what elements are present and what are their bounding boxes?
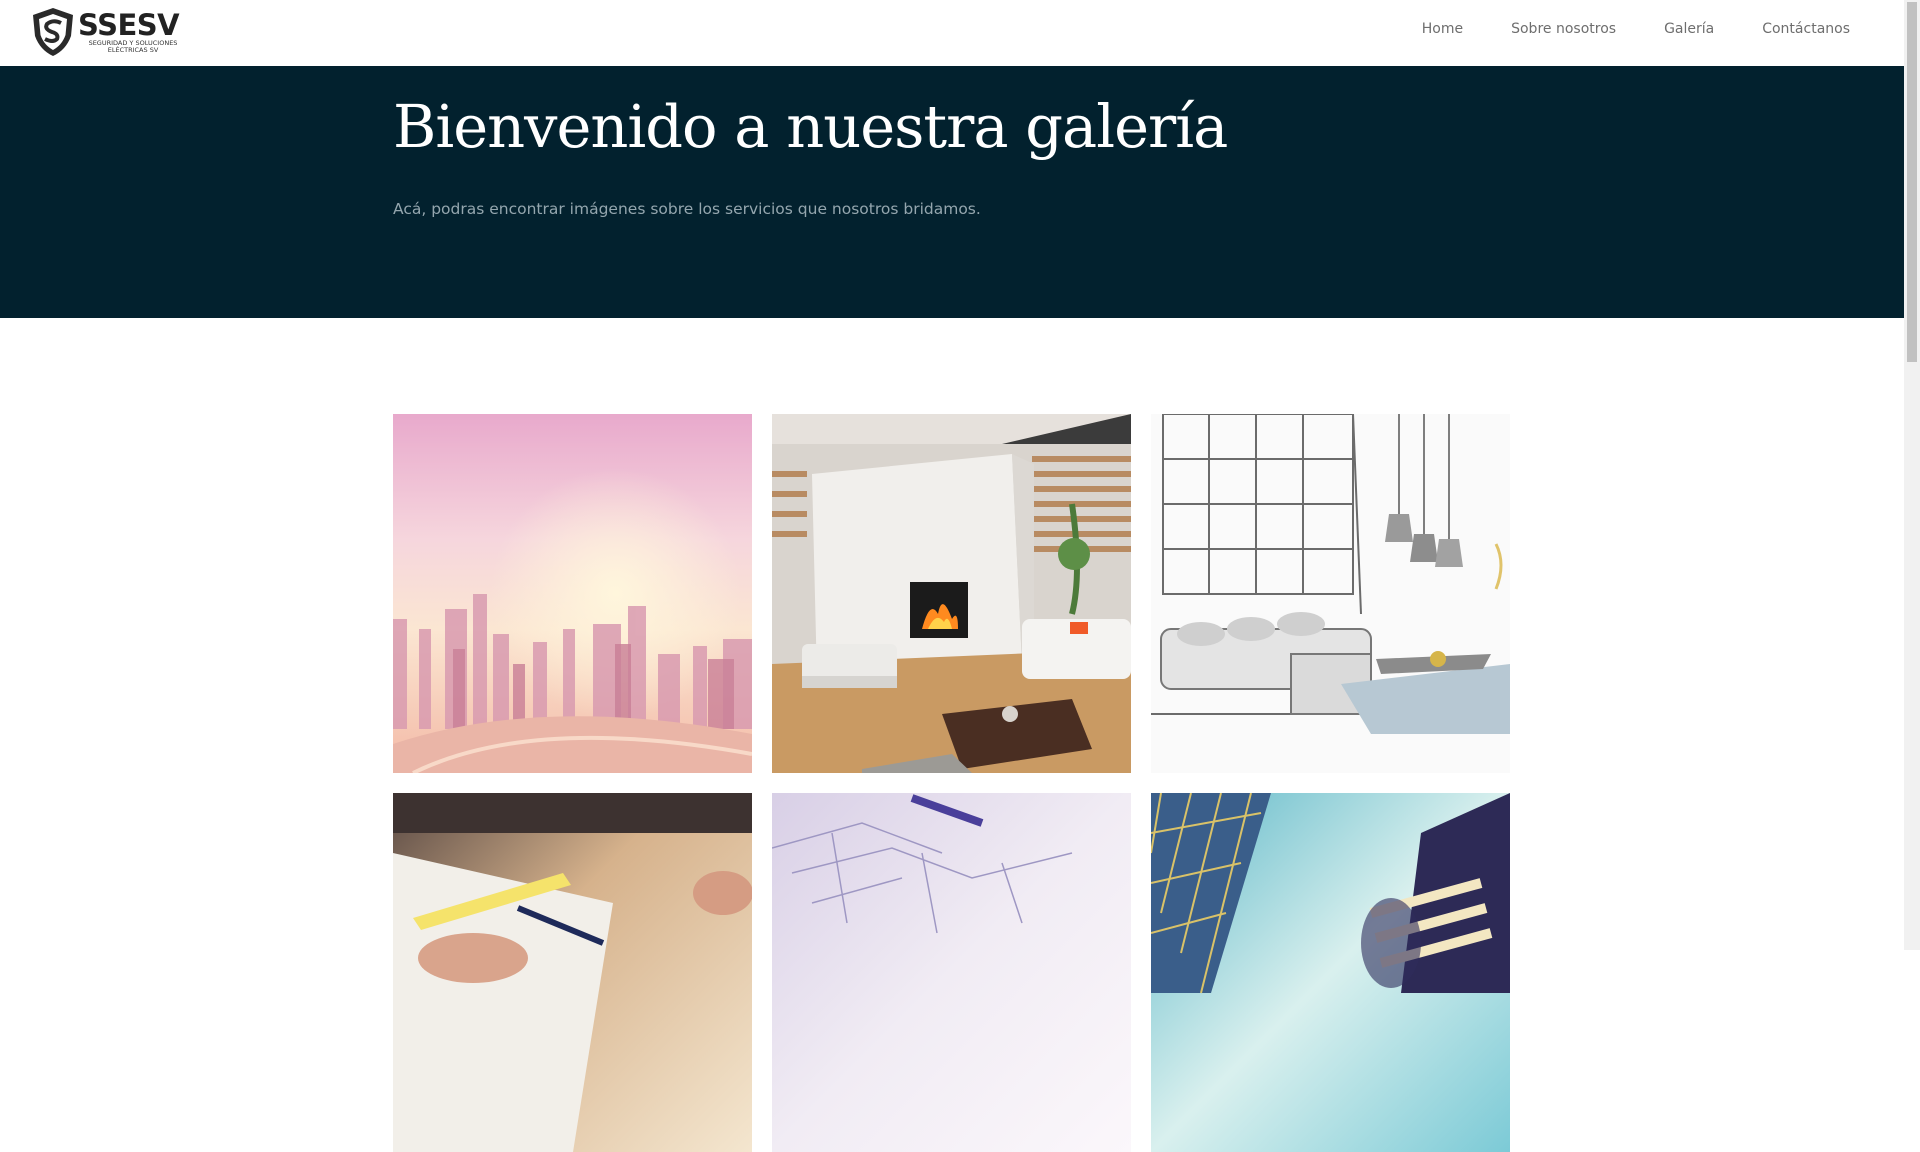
gallery-image-drawing-hands[interactable]	[393, 793, 752, 1152]
gallery-image-floor-plan[interactable]	[772, 793, 1131, 1152]
nav-contactanos[interactable]: Contáctanos	[1762, 21, 1850, 37]
nav-galeria[interactable]: Galería	[1664, 21, 1714, 37]
ssesv-logo[interactable]: SSESV SEGURIDAD Y SOLUCIONES ELÉCTRICAS …	[30, 6, 190, 60]
shield-logo-icon	[33, 8, 73, 56]
logo-subtitle: SEGURIDAD Y SOLUCIONES ELÉCTRICAS SV	[78, 40, 188, 54]
logo-brand-text: SSESV	[78, 8, 180, 42]
page-scrollbar[interactable]	[1904, 0, 1920, 950]
gallery-image-living-room[interactable]	[772, 414, 1131, 773]
logo-subtitle-line2: ELÉCTRICAS SV	[107, 46, 159, 54]
site-header: SSESV SEGURIDAD Y SOLUCIONES ELÉCTRICAS …	[0, 0, 1904, 66]
hero-banner: Bienvenido a nuestra galería Acá, podras…	[0, 66, 1904, 318]
gallery-image-skyscrapers[interactable]	[1151, 793, 1510, 1152]
main-nav: Home Sobre nosotros Galería Contáctanos	[1422, 21, 1850, 37]
nav-sobre-nosotros[interactable]: Sobre nosotros	[1511, 21, 1616, 37]
gallery-image-city-skyline[interactable]	[393, 414, 752, 773]
nav-home[interactable]: Home	[1422, 21, 1463, 37]
gallery-image-sketch-loft[interactable]	[1151, 414, 1510, 773]
page-title: Bienvenido a nuestra galería	[393, 92, 1228, 161]
page-subtitle: Acá, podras encontrar imágenes sobre los…	[393, 200, 981, 218]
scrollbar-thumb[interactable]	[1907, 2, 1917, 362]
